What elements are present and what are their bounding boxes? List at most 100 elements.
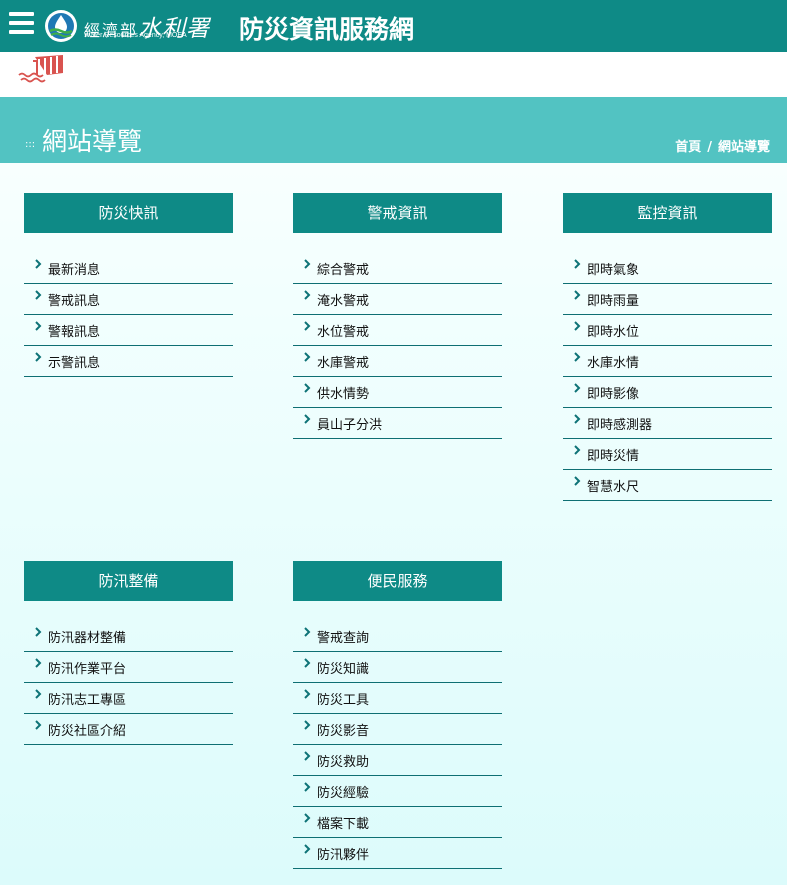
sitemap-link[interactable]: 最新消息: [24, 253, 233, 284]
sitemap-link-label: 淹水警戒: [317, 294, 370, 309]
sitemap-link-label: 警戒訊息: [48, 294, 101, 309]
sitemap-link-label: 警戒查詢: [317, 631, 370, 646]
category-link-list: 綜合警戒淹水警戒水位警戒水庫警戒供水情勢 員山子分洪: [293, 253, 502, 439]
sitemap-link[interactable]: 水位警戒: [293, 315, 502, 346]
chevron-right-icon: [35, 720, 42, 730]
sitemap-link[interactable]: 防災經驗: [293, 776, 502, 807]
sitemap-link[interactable]: 警戒訊息: [24, 284, 233, 315]
category-disaster-news: 防災快訊最新消息警戒訊息警報訊息示警訊息: [24, 193, 233, 377]
sitemap-link-label: 即時災情: [587, 449, 640, 464]
category-flood-preparedness: 防汛整備防汛器材整備 防汛作業平台 防汛志工專區 防災社區介紹: [24, 561, 233, 745]
sitemap-link[interactable]: 即時感測器: [563, 408, 772, 439]
sitemap-link[interactable]: 防災知識: [293, 652, 502, 683]
chevron-right-icon: [304, 844, 311, 854]
sitemap-link-label: 即時雨量: [587, 294, 640, 309]
sitemap-link-label: 水庫水情: [587, 356, 640, 371]
sitemap-link-label: 水位警戒: [317, 325, 370, 340]
sitemap-link-label: 防災經驗: [317, 786, 370, 801]
sitemap-link[interactable]: 即時雨量: [563, 284, 772, 315]
category-link-list: 防汛器材整備 防汛作業平台 防汛志工專區 防災社區介紹: [24, 621, 233, 745]
sitemap-link[interactable]: 示警訊息: [24, 346, 233, 377]
sitemap-link-label: 即時感測器: [587, 418, 653, 433]
category-monitoring-info: 監控資訊即時氣象即時雨量即時水位水庫水情即時影像即時感測器即時災情智慧水尺: [563, 193, 772, 501]
site-title[interactable]: 防災資訊服務網: [239, 10, 414, 46]
sub-header-strip: [0, 52, 787, 97]
title-dots-icon: :::: [25, 139, 36, 150]
chevron-right-icon: [304, 813, 311, 823]
page-title: 網站導覽: [42, 127, 143, 156]
category-warning-info: 警戒資訊綜合警戒淹水警戒水位警戒水庫警戒供水情勢 員山子分洪: [293, 193, 502, 439]
sitemap-link[interactable]: 檔案下載: [293, 807, 502, 838]
chevron-right-icon: [35, 321, 42, 331]
sitemap-link[interactable]: 即時災情: [563, 439, 772, 470]
sitemap-link[interactable]: 防汛器材整備: [24, 621, 233, 652]
sitemap-link[interactable]: 即時水位: [563, 315, 772, 346]
chevron-right-icon: [574, 445, 581, 455]
chevron-right-icon: [304, 290, 311, 300]
sitemap-link-label: 檔案下載: [317, 817, 370, 832]
category-heading[interactable]: 監控資訊: [563, 193, 772, 233]
sitemap-link-label: 防汛作業平台: [48, 662, 127, 677]
sitemap-link[interactable]: 員山子分洪: [293, 408, 502, 439]
chevron-right-icon: [304, 383, 311, 393]
chevron-right-icon: [574, 290, 581, 300]
chevron-right-icon: [304, 751, 311, 761]
sitemap-link[interactable]: 即時氣象: [563, 253, 772, 284]
sitemap-link-label: 防汛夥伴: [317, 848, 370, 863]
sitemap-link-label: 水庫警戒: [317, 356, 370, 371]
sitemap-link-label: 防汛志工專區: [48, 693, 127, 708]
sitemap-link[interactable]: 防汛志工專區: [24, 683, 233, 714]
sitemap-link[interactable]: 防災影音: [293, 714, 502, 745]
breadcrumb-home-link[interactable]: 首頁: [675, 140, 701, 155]
sitemap-link-label: 防災社區介紹: [48, 724, 127, 739]
sitemap-link-label: 防災救助: [317, 755, 370, 770]
sitemap-link-label: 智慧水尺: [587, 480, 640, 495]
chevron-right-icon: [574, 414, 581, 424]
chevron-right-icon: [574, 383, 581, 393]
sitemap-link-label: 防災影音: [317, 724, 370, 739]
category-link-list: 即時氣象即時雨量即時水位水庫水情即時影像即時感測器即時災情智慧水尺: [563, 253, 772, 501]
sitemap-link-label: 綜合警戒: [317, 263, 370, 278]
sitemap-link[interactable]: 防汛夥伴: [293, 838, 502, 869]
category-public-services: 便民服務警戒查詢防災知識 防災工具防災影音防災救助防災經驗檔案下載防汛夥伴: [293, 561, 502, 869]
category-heading[interactable]: 防災快訊: [24, 193, 233, 233]
sitemap-link-label: 即時氣象: [587, 263, 640, 278]
chevron-right-icon: [574, 259, 581, 269]
dam-icon: [17, 53, 67, 89]
chevron-right-icon: [574, 321, 581, 331]
sitemap-link-label: 警報訊息: [48, 325, 101, 340]
chevron-right-icon: [304, 720, 311, 730]
category-heading[interactable]: 警戒資訊: [293, 193, 502, 233]
sitemap-link[interactable]: 供水情勢: [293, 377, 502, 408]
chevron-right-icon: [304, 627, 311, 637]
chevron-right-icon: [35, 627, 42, 637]
category-heading[interactable]: 防汛整備: [24, 561, 233, 601]
category-heading[interactable]: 便民服務: [293, 561, 502, 601]
chevron-right-icon: [304, 321, 311, 331]
sitemap-link[interactable]: 防汛作業平台: [24, 652, 233, 683]
sitemap-link[interactable]: 警報訊息: [24, 315, 233, 346]
menu-icon[interactable]: [9, 12, 34, 34]
sitemap-link[interactable]: 即時影像: [563, 377, 772, 408]
sitemap-link[interactable]: 水庫警戒: [293, 346, 502, 377]
sitemap-link[interactable]: 智慧水尺: [563, 470, 772, 501]
sitemap-link-label: 防汛器材整備: [48, 631, 127, 646]
chevron-right-icon: [35, 658, 42, 668]
sitemap-link[interactable]: 防災救助: [293, 745, 502, 776]
sitemap-link[interactable]: 綜合警戒: [293, 253, 502, 284]
sitemap-link-label: 即時水位: [587, 325, 640, 340]
agency-name-english: Water Resources Agency, MOEA: [84, 32, 187, 39]
breadcrumb-current: 網站導覽: [717, 140, 770, 155]
sitemap-link[interactable]: 防災社區介紹: [24, 714, 233, 745]
agency-logo-icon[interactable]: [44, 9, 78, 47]
sitemap-link[interactable]: 淹水警戒: [293, 284, 502, 315]
sitemap-link[interactable]: 防災工具: [293, 683, 502, 714]
header-bar: 經濟部水利署 Water Resources Agency, MOEA 防災資訊…: [0, 0, 787, 52]
category-link-list: 最新消息警戒訊息警報訊息示警訊息: [24, 253, 233, 377]
category-link-list: 警戒查詢防災知識 防災工具防災影音防災救助防災經驗檔案下載防汛夥伴: [293, 621, 502, 869]
breadcrumb-separator: /: [707, 140, 712, 155]
sitemap-link[interactable]: 水庫水情: [563, 346, 772, 377]
chevron-right-icon: [35, 352, 42, 362]
sitemap-link[interactable]: 警戒查詢: [293, 621, 502, 652]
chevron-right-icon: [35, 259, 42, 269]
